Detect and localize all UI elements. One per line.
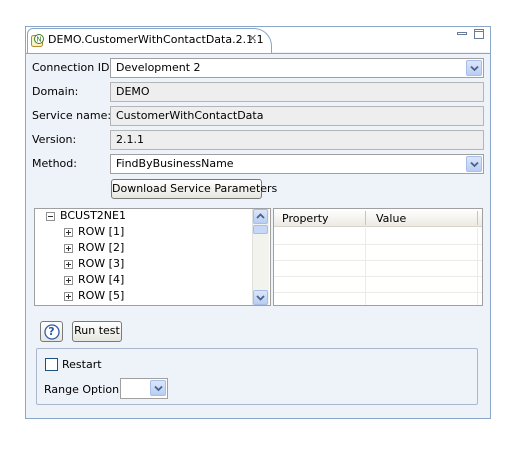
run-test-button[interactable]: Run test (72, 321, 122, 342)
method-label: Method: (32, 157, 77, 170)
service-n-icon: N (31, 33, 45, 47)
maximize-icon[interactable] (473, 28, 485, 40)
range-option-combo[interactable] (120, 378, 168, 399)
connection-id-dropdown-button[interactable] (466, 60, 482, 76)
scroll-up-button[interactable] (253, 209, 268, 224)
version-field[interactable]: 2.1.1 (110, 130, 484, 150)
expand-icon[interactable] (64, 276, 73, 285)
chevron-down-icon (470, 161, 479, 168)
download-service-parameters-button[interactable]: Download Service Parameters (111, 179, 277, 199)
method-value: FindByBusinessName (116, 157, 234, 170)
scroll-down-button[interactable] (253, 290, 268, 305)
service-name-field[interactable]: CustomerWithContactData (110, 106, 484, 126)
chevron-up-icon (256, 213, 265, 219)
help-button[interactable]: ? (40, 321, 63, 342)
expand-icon[interactable] (64, 244, 73, 253)
version-value: 2.1.1 (116, 133, 144, 146)
editor-tab-title: DEMO.CustomerWithContactData.2.1.1 (48, 33, 264, 46)
tree-item[interactable]: ROW [1] (78, 225, 124, 239)
restart-checkbox[interactable] (45, 358, 58, 371)
table-gridline (365, 228, 366, 305)
range-option-dropdown-button[interactable] (150, 380, 166, 396)
expand-icon[interactable] (64, 260, 73, 269)
minimize-icon[interactable] (456, 28, 468, 40)
chevron-down-icon (154, 385, 163, 392)
service-name-value: CustomerWithContactData (116, 109, 264, 122)
collapse-icon[interactable] (46, 212, 55, 221)
expand-icon[interactable] (64, 292, 73, 301)
method-dropdown-button[interactable] (466, 156, 482, 172)
tree-root-label[interactable]: BCUST2NE1 (60, 209, 126, 223)
connection-id-label: Connection ID: (32, 61, 114, 74)
table-gridline (477, 228, 478, 305)
tree-item[interactable]: ROW [4] (78, 273, 124, 287)
method-combo[interactable]: FindByBusinessName (110, 154, 484, 174)
value-column-header[interactable]: Value (376, 212, 406, 226)
column-divider[interactable] (365, 211, 366, 225)
service-name-label: Service name: (32, 109, 112, 122)
chevron-down-icon (470, 65, 479, 72)
chevron-down-icon (256, 295, 265, 301)
range-option-label: Range Option: (44, 383, 123, 396)
expand-icon[interactable] (64, 228, 73, 237)
table-gridline (274, 244, 482, 245)
svg-text:N: N (36, 36, 41, 44)
property-column-header[interactable]: Property (282, 212, 329, 226)
connection-id-value: Development 2 (116, 61, 201, 74)
connection-id-combo[interactable]: Development 2 (110, 58, 484, 78)
table-gridline (274, 260, 482, 261)
table-gridline (274, 292, 482, 293)
domain-label: Domain: (32, 85, 79, 98)
help-glyph: ? (48, 325, 55, 338)
domain-field[interactable]: DEMO (110, 82, 484, 102)
tree-item[interactable]: ROW [5] (78, 289, 124, 303)
scroll-thumb[interactable] (253, 225, 268, 234)
tab-close-icon[interactable]: ✕ (248, 32, 257, 46)
version-label: Version: (32, 133, 77, 146)
restart-label[interactable]: Restart (62, 358, 102, 372)
column-divider[interactable] (477, 211, 478, 225)
tree-item[interactable]: ROW [2] (78, 241, 124, 255)
domain-value: DEMO (116, 85, 150, 98)
table-gridline (274, 276, 482, 277)
tree-item[interactable]: ROW [3] (78, 257, 124, 271)
